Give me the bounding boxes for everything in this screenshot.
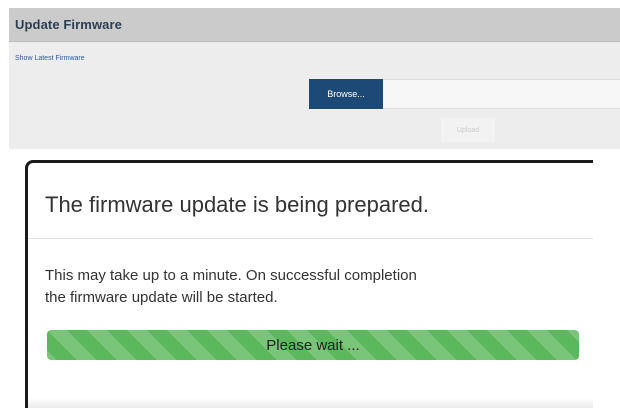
show-latest-firmware-link[interactable]: Show Latest Firmware xyxy=(15,55,85,62)
dialog-title: The firmware update is being prepared. xyxy=(45,192,429,217)
firmware-update-dialog: The firmware update is being prepared. T… xyxy=(25,160,593,408)
progress-bar-fill: Please wait ... xyxy=(47,330,579,360)
panel-header: Update Firmware xyxy=(9,8,620,42)
panel-title: Update Firmware xyxy=(15,17,122,32)
firmware-file-field[interactable] xyxy=(383,79,620,109)
upload-button[interactable]: Upload xyxy=(441,118,495,142)
progress-bar: Please wait ... xyxy=(47,330,579,360)
update-firmware-panel: Update Firmware Show Latest Firmware Bro… xyxy=(9,8,620,149)
progress-label: Please wait ... xyxy=(266,336,360,354)
browse-button[interactable]: Browse... xyxy=(309,79,383,109)
dialog-message-line-1: This may take up to a minute. On success… xyxy=(45,267,417,284)
dialog-message: This may take up to a minute. On success… xyxy=(45,265,585,309)
dialog-message-line-2: the firmware update will be started. xyxy=(45,289,278,306)
dialog-header: The firmware update is being prepared. xyxy=(28,163,593,239)
